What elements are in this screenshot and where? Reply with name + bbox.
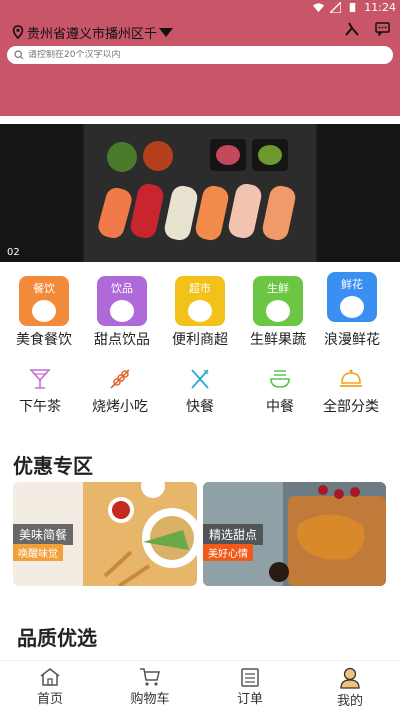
skewer-icon bbox=[110, 369, 130, 389]
search-bar[interactable] bbox=[7, 46, 393, 64]
search-input[interactable] bbox=[28, 50, 368, 60]
bottom-nav: 首页 购物车 订单 我的 bbox=[0, 660, 400, 710]
location-pin-icon bbox=[12, 25, 24, 39]
category-flowers[interactable]: 鲜花 浪漫鲜花 bbox=[320, 272, 384, 349]
covered-dish-icon bbox=[340, 369, 362, 387]
category-afternoon-tea[interactable]: 下午茶 bbox=[5, 368, 75, 416]
header: 贵州省遵义市播州区千 bbox=[0, 16, 400, 116]
category-fast-food[interactable]: 快餐 bbox=[165, 368, 235, 416]
promo-dessert-title: 精选甜点 bbox=[203, 524, 264, 545]
fresh-category-image: 生鲜 bbox=[253, 276, 303, 326]
nav-orders[interactable]: 订单 bbox=[200, 661, 300, 710]
banner-carousel[interactable]: 02 bbox=[0, 124, 400, 262]
promo-meal-title: 美味简餐 bbox=[13, 524, 74, 545]
cocktail-icon bbox=[29, 369, 51, 389]
cart-icon bbox=[140, 668, 160, 686]
noodle-bowl-icon bbox=[270, 370, 290, 388]
location-selector[interactable]: 贵州省遵义市播州区千 bbox=[12, 22, 174, 42]
category-drinks[interactable]: 饮品 甜点饮品 bbox=[90, 276, 154, 349]
category-all[interactable]: 全部分类 bbox=[316, 368, 386, 416]
signal-icon bbox=[330, 2, 342, 13]
promo-card-dessert[interactable]: 精选甜点 美好心情 bbox=[203, 482, 386, 586]
nav-profile[interactable]: 我的 bbox=[300, 661, 400, 710]
promo-section-title: 优惠专区 bbox=[13, 454, 93, 478]
utensils-icon bbox=[191, 369, 209, 389]
promo-dessert-subtitle: 美好心情 bbox=[203, 544, 253, 561]
market-category-image: 超市 bbox=[175, 276, 225, 326]
battery-icon bbox=[350, 2, 356, 13]
category-food[interactable]: 餐饮 美食餐饮 bbox=[12, 276, 76, 349]
category-fresh[interactable]: 生鲜 生鲜果蔬 bbox=[246, 276, 310, 349]
banner-page-indicator: 02 bbox=[7, 247, 20, 258]
promo-card-meal[interactable]: 美味简餐 唤醒味觉 bbox=[13, 482, 197, 586]
sushi-banner-image bbox=[0, 124, 400, 262]
nav-home[interactable]: 首页 bbox=[0, 661, 100, 710]
search-icon bbox=[14, 50, 24, 60]
orders-icon bbox=[241, 668, 259, 687]
drinks-category-image: 饮品 bbox=[97, 276, 147, 326]
promo-meal-subtitle: 唤醒味觉 bbox=[13, 544, 63, 561]
status-time: 11:24 bbox=[364, 1, 396, 14]
message-icon[interactable] bbox=[375, 22, 390, 36]
category-chinese-food[interactable]: 中餐 bbox=[245, 368, 315, 416]
status-bar: 11:24 bbox=[0, 0, 400, 16]
flowers-category-image: 鲜花 bbox=[327, 272, 377, 322]
screen: { "status_bar": { "time": "11:24" }, "he… bbox=[0, 0, 400, 710]
chevron-down-icon bbox=[159, 27, 174, 37]
food-category-image: 餐饮 bbox=[19, 276, 69, 326]
wifi-icon bbox=[313, 3, 325, 13]
quality-section-title: 品质优选 bbox=[17, 626, 97, 650]
profile-icon bbox=[340, 667, 360, 689]
category-bbq[interactable]: 烧烤小吃 bbox=[85, 368, 155, 416]
location-text: 贵州省遵义市播州区千 bbox=[27, 26, 158, 42]
nav-cart[interactable]: 购物车 bbox=[100, 661, 200, 710]
home-icon bbox=[40, 668, 60, 686]
scan-icon[interactable] bbox=[345, 22, 359, 36]
category-market[interactable]: 超市 便利商超 bbox=[168, 276, 232, 349]
